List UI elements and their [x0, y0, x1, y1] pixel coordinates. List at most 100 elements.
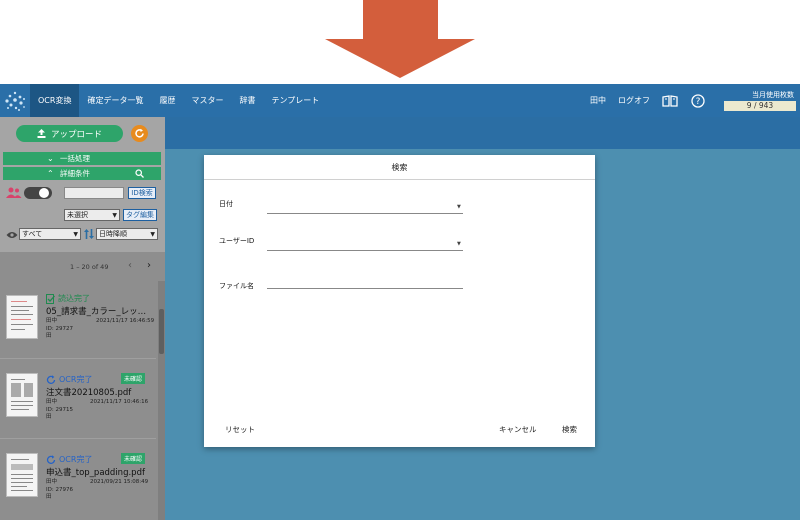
pagination: 1 – 20 of 49 ‹ ›	[0, 257, 165, 277]
status-filter-value: すべて	[22, 230, 43, 238]
dialog-title: 検索	[204, 155, 595, 180]
user-id-field-underline	[267, 250, 463, 251]
sort-value: 日時降順	[99, 230, 127, 238]
date-field[interactable]	[267, 199, 463, 214]
user-id-field[interactable]	[267, 236, 463, 251]
manual-book-icon[interactable]	[662, 93, 678, 109]
pagination-range: 1 – 20 of 49	[70, 263, 109, 271]
content-toolbar	[165, 117, 800, 149]
checked-document-icon	[46, 293, 55, 304]
document-meta: 田中 ID: 29715 田	[46, 399, 73, 422]
upload-button[interactable]: アップロード	[16, 125, 123, 142]
document-id: ID: 27976	[46, 486, 73, 493]
detail-conditions-label: 詳細条件	[60, 169, 90, 178]
chevron-down-icon: ⌄	[47, 154, 54, 163]
file-name: 05_請求書_カラー_レッ…	[46, 307, 147, 317]
file-name-field[interactable]	[267, 273, 463, 288]
chevron-up-icon: ⌃	[47, 169, 54, 178]
filter-toggle[interactable]	[24, 187, 52, 199]
reset-button[interactable]: リセット	[225, 424, 255, 435]
cancel-button[interactable]: キャンセル	[499, 424, 537, 435]
sync-icon	[46, 454, 56, 464]
status-ocr-complete: OCR完了	[46, 374, 92, 385]
nav-dictionary[interactable]: 辞書	[231, 84, 263, 117]
list-item[interactable]: OCR完了 未確認 注文書20210805.pdf 田中 ID: 29715 田…	[0, 361, 156, 439]
document-user: 田中	[46, 479, 58, 485]
bulk-process-label: 一括処理	[60, 154, 90, 163]
tag-select[interactable]: 未選択 ▼	[64, 209, 120, 221]
search-icon[interactable]	[135, 169, 144, 178]
status-read-complete: 読込完了	[46, 293, 90, 304]
document-thumbnail	[6, 295, 38, 339]
nav-ocr-convert[interactable]: OCR変換	[30, 84, 80, 117]
scrollbar-thumb[interactable]	[159, 309, 164, 354]
status-label: OCR完了	[59, 455, 93, 464]
id-search-button[interactable]: ID検索	[128, 187, 156, 199]
usage-counter: 当月使用枚数 9 / 943	[720, 91, 796, 111]
document-user: 田中	[46, 399, 58, 405]
status-filter-select[interactable]: すべて ▼	[19, 228, 81, 240]
list-item[interactable]: OCR完了 未確認 申込書_top_padding.pdf 田中 ID: 279…	[0, 441, 156, 519]
list-item[interactable]: 読込完了 05_請求書_カラー_レッ… 田中 ID: 29727 田 2021/…	[0, 281, 156, 359]
tag-select-value: 未選択	[67, 211, 88, 219]
logo-icon	[0, 84, 30, 117]
chevron-down-icon: ▼	[112, 211, 117, 219]
chevron-down-icon: ▼	[150, 230, 155, 238]
chevron-down-icon: ▼	[73, 230, 78, 238]
tag-edit-button[interactable]: タグ編集	[123, 209, 157, 221]
document-thumbnail	[6, 373, 38, 417]
document-date: 2021/11/17 16:46:59	[96, 318, 155, 324]
status-label: 読込完了	[58, 294, 90, 303]
refresh-button[interactable]	[131, 125, 148, 142]
chevron-down-icon[interactable]: ▼	[457, 241, 461, 247]
file-name: 注文書20210805.pdf	[46, 388, 132, 398]
document-extra: 田	[46, 494, 52, 500]
detail-conditions-toggle[interactable]: ⌃ 詳細条件	[3, 167, 161, 180]
file-name: 申込書_top_padding.pdf	[46, 468, 145, 478]
document-id: ID: 29727	[46, 325, 73, 332]
status-ocr-complete: OCR完了	[46, 454, 92, 465]
top-navbar: OCR変換 確定データ一覧 履歴 マスター 辞書 テンプレート 田中 ログオフ …	[0, 84, 800, 117]
date-field-underline	[267, 213, 463, 214]
svg-text:?: ?	[696, 97, 701, 107]
usage-label: 当月使用枚数	[752, 90, 794, 99]
id-search-input[interactable]	[64, 187, 124, 199]
document-list: 読込完了 05_請求書_カラー_レッ… 田中 ID: 29727 田 2021/…	[0, 281, 158, 520]
search-dialog: 検索 日付 ▼ ユーザーID ▼ ファイル名 リセット キャンセル 検索	[204, 155, 595, 447]
document-date: 2021/11/17 10:46:16	[90, 399, 149, 405]
search-button[interactable]: 検索	[562, 424, 577, 435]
user-name[interactable]: 田中	[584, 84, 612, 117]
document-extra: 田	[46, 414, 52, 420]
sidebar: アップロード ⌄ 一括処理 ⌃ 詳細条件 ID検索 未選択 ▼ タグ編集 すべて…	[0, 117, 165, 520]
help-icon[interactable]: ?	[690, 93, 706, 109]
refresh-icon	[135, 128, 144, 138]
document-user: 田中	[46, 318, 58, 324]
sort-select[interactable]: 日時降順 ▼	[96, 228, 158, 240]
nav-template[interactable]: テンプレート	[263, 84, 327, 117]
chevron-down-icon[interactable]: ▼	[457, 204, 461, 210]
file-name-field-underline	[267, 288, 463, 289]
nav-confirmed-data[interactable]: 確定データ一覧	[79, 84, 151, 117]
nav-history[interactable]: 履歴	[151, 84, 183, 117]
document-thumbnail	[6, 453, 38, 497]
prev-page-icon[interactable]: ‹	[128, 260, 132, 271]
document-date: 2021/09/21 15:08:49	[90, 479, 149, 485]
next-page-icon[interactable]: ›	[147, 260, 151, 271]
unconfirmed-badge: 未確認	[121, 453, 146, 464]
document-meta: 田中 ID: 29727 田	[46, 318, 73, 341]
logout-link[interactable]: ログオフ	[612, 84, 656, 117]
eye-icon	[6, 232, 18, 238]
sync-icon	[46, 374, 56, 384]
list-scrollbar[interactable]	[158, 281, 165, 520]
unconfirmed-badge: 未確認	[121, 373, 146, 384]
usage-value: 9 / 943	[724, 100, 796, 111]
file-name-label: ファイル名	[219, 282, 254, 290]
users-icon	[6, 187, 22, 198]
status-label: OCR完了	[59, 375, 93, 384]
sort-icon	[84, 229, 94, 239]
date-label: 日付	[219, 200, 233, 208]
user-id-label: ユーザーID	[219, 237, 255, 245]
nav-master[interactable]: マスター	[183, 84, 231, 117]
bulk-process-toggle[interactable]: ⌄ 一括処理	[3, 152, 161, 165]
upload-icon	[37, 129, 46, 138]
